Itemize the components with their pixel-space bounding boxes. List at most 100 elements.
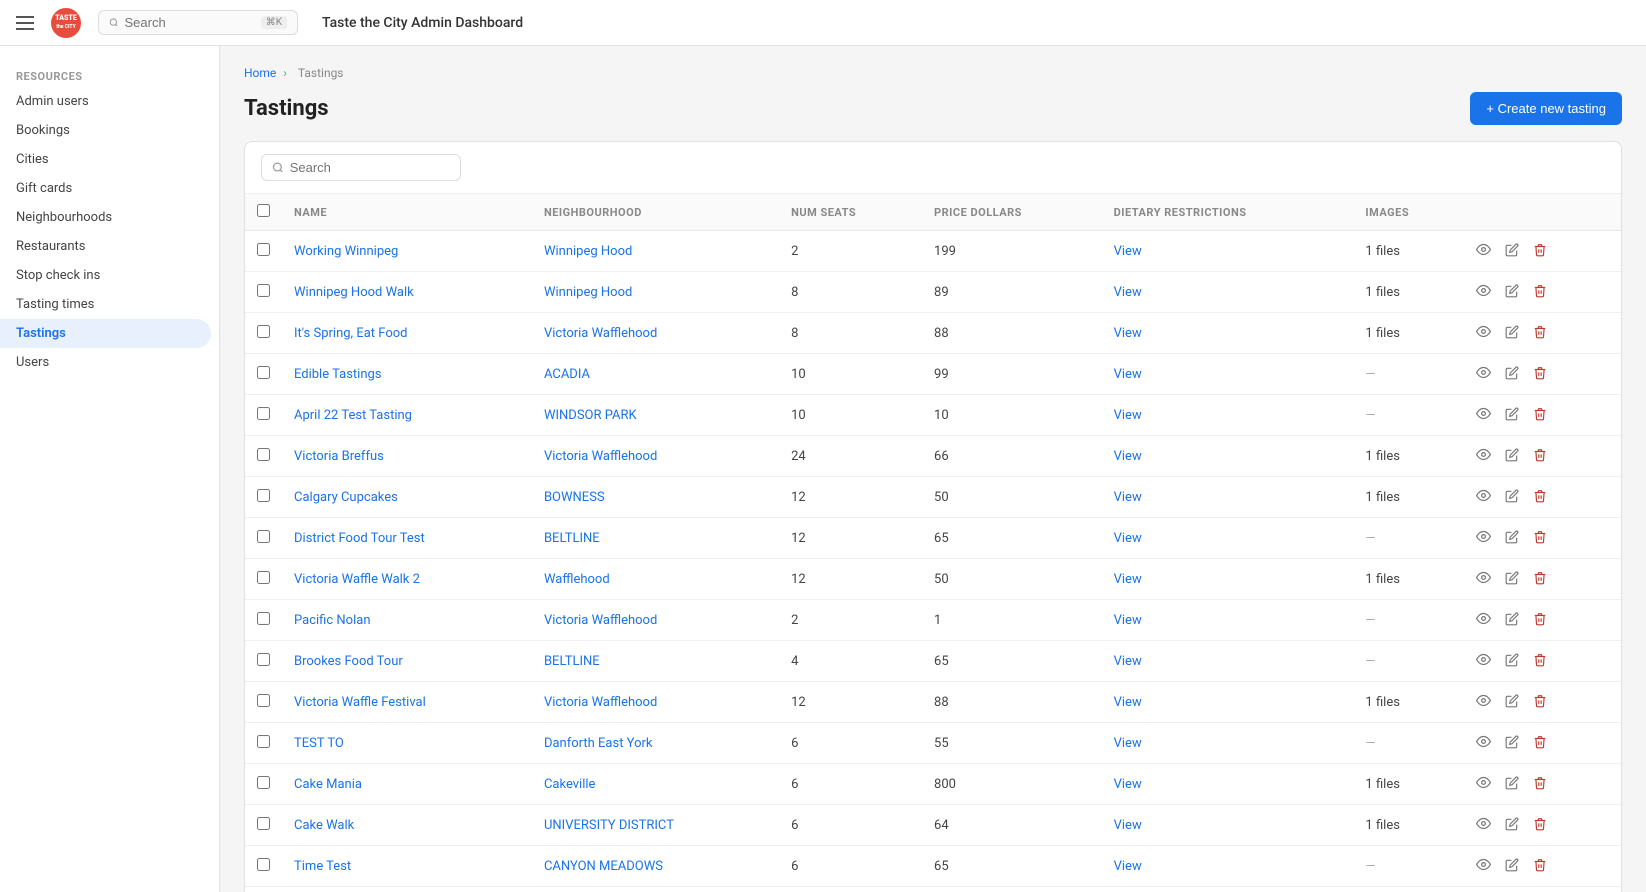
row-checkbox-10[interactable]	[257, 653, 270, 666]
row-view-button[interactable]	[1474, 322, 1493, 344]
row-edit-button[interactable]	[1503, 282, 1521, 303]
row-checkbox-8[interactable]	[257, 571, 270, 584]
row-neighbourhood-link[interactable]: Wafflehood	[544, 572, 610, 587]
row-edit-button[interactable]	[1503, 446, 1521, 467]
row-delete-button[interactable]	[1531, 692, 1549, 713]
row-neighbourhood-link[interactable]: ACADIA	[544, 367, 590, 382]
row-dietary-link[interactable]: View	[1114, 613, 1142, 628]
row-checkbox-11[interactable]	[257, 694, 270, 707]
row-view-button[interactable]	[1474, 609, 1493, 631]
table-search-input-wrapper[interactable]	[261, 154, 461, 181]
row-edit-button[interactable]	[1503, 323, 1521, 344]
sidebar-item-tastings[interactable]: Tastings	[0, 319, 211, 348]
row-edit-button[interactable]	[1503, 487, 1521, 508]
row-view-button[interactable]	[1474, 527, 1493, 549]
row-name-link[interactable]: Cake Walk	[294, 818, 354, 833]
row-name-link[interactable]: April 22 Test Tasting	[294, 408, 412, 423]
row-name-link[interactable]: Pacific Nolan	[294, 613, 371, 628]
row-delete-button[interactable]	[1531, 241, 1549, 262]
row-neighbourhood-link[interactable]: UNIVERSITY DISTRICT	[544, 818, 674, 833]
row-delete-button[interactable]	[1531, 323, 1549, 344]
row-edit-button[interactable]	[1503, 733, 1521, 754]
row-edit-button[interactable]	[1503, 815, 1521, 836]
row-neighbourhood-link[interactable]: WINDSOR PARK	[544, 408, 637, 423]
sidebar-item-restaurants[interactable]: Restaurants	[0, 232, 219, 261]
hamburger-menu[interactable]	[16, 16, 34, 30]
row-edit-button[interactable]	[1503, 528, 1521, 549]
row-dietary-link[interactable]: View	[1114, 367, 1142, 382]
row-checkbox-0[interactable]	[257, 243, 270, 256]
row-neighbourhood-link[interactable]: Victoria Wafflehood	[544, 449, 657, 464]
row-delete-button[interactable]	[1531, 405, 1549, 426]
row-neighbourhood-link[interactable]: Victoria Wafflehood	[544, 326, 657, 341]
row-checkbox-15[interactable]	[257, 858, 270, 871]
row-dietary-link[interactable]: View	[1114, 859, 1142, 874]
row-view-button[interactable]	[1474, 281, 1493, 303]
row-checkbox-4[interactable]	[257, 407, 270, 420]
create-tasting-button[interactable]: + Create new tasting	[1470, 92, 1622, 125]
row-name-link[interactable]: Calgary Cupcakes	[294, 490, 398, 505]
row-name-link[interactable]: Victoria Waffle Festival	[294, 695, 426, 710]
row-neighbourhood-link[interactable]: BELTLINE	[544, 654, 600, 669]
row-view-button[interactable]	[1474, 691, 1493, 713]
row-edit-button[interactable]	[1503, 241, 1521, 262]
row-delete-button[interactable]	[1531, 528, 1549, 549]
row-checkbox-12[interactable]	[257, 735, 270, 748]
row-dietary-link[interactable]: View	[1114, 572, 1142, 587]
row-checkbox-2[interactable]	[257, 325, 270, 338]
row-neighbourhood-link[interactable]: CANYON MEADOWS	[544, 859, 663, 874]
row-view-button[interactable]	[1474, 650, 1493, 672]
row-dietary-link[interactable]: View	[1114, 408, 1142, 423]
row-view-button[interactable]	[1474, 568, 1493, 590]
row-dietary-link[interactable]: View	[1114, 654, 1142, 669]
row-neighbourhood-link[interactable]: Cakeville	[544, 777, 595, 792]
row-checkbox-13[interactable]	[257, 776, 270, 789]
row-edit-button[interactable]	[1503, 610, 1521, 631]
row-delete-button[interactable]	[1531, 610, 1549, 631]
sidebar-item-gift-cards[interactable]: Gift cards	[0, 174, 219, 203]
sidebar-item-bookings[interactable]: Bookings	[0, 116, 219, 145]
row-neighbourhood-link[interactable]: Danforth East York	[544, 736, 653, 751]
row-checkbox-7[interactable]	[257, 530, 270, 543]
row-neighbourhood-link[interactable]: BOWNESS	[544, 490, 605, 505]
row-name-link[interactable]: Edible Tastings	[294, 367, 382, 382]
row-dietary-link[interactable]: View	[1114, 244, 1142, 259]
row-delete-button[interactable]	[1531, 815, 1549, 836]
row-view-button[interactable]	[1474, 855, 1493, 877]
row-view-button[interactable]	[1474, 363, 1493, 385]
row-name-link[interactable]: Victoria Breffus	[294, 449, 384, 464]
row-delete-button[interactable]	[1531, 651, 1549, 672]
row-edit-button[interactable]	[1503, 651, 1521, 672]
row-name-link[interactable]: Working Winnipeg	[294, 244, 398, 259]
row-name-link[interactable]: Winnipeg Hood Walk	[294, 285, 414, 300]
row-dietary-link[interactable]: View	[1114, 695, 1142, 710]
row-delete-button[interactable]	[1531, 446, 1549, 467]
global-search-bar[interactable]: ⌘K	[98, 10, 298, 35]
row-dietary-link[interactable]: View	[1114, 777, 1142, 792]
row-view-button[interactable]	[1474, 486, 1493, 508]
table-search-input[interactable]	[290, 160, 450, 175]
row-edit-button[interactable]	[1503, 692, 1521, 713]
row-name-link[interactable]: Brookes Food Tour	[294, 654, 403, 669]
row-name-link[interactable]: Cake Mania	[294, 777, 362, 792]
breadcrumb-home[interactable]: Home	[244, 66, 276, 80]
row-checkbox-6[interactable]	[257, 489, 270, 502]
global-search-input[interactable]	[125, 15, 255, 30]
row-dietary-link[interactable]: View	[1114, 449, 1142, 464]
row-edit-button[interactable]	[1503, 405, 1521, 426]
row-dietary-link[interactable]: View	[1114, 531, 1142, 546]
row-view-button[interactable]	[1474, 445, 1493, 467]
row-delete-button[interactable]	[1531, 733, 1549, 754]
row-neighbourhood-link[interactable]: Winnipeg Hood	[544, 285, 632, 300]
row-view-button[interactable]	[1474, 773, 1493, 795]
select-all-checkbox[interactable]	[257, 204, 270, 217]
row-neighbourhood-link[interactable]: Winnipeg Hood	[544, 244, 632, 259]
row-neighbourhood-link[interactable]: Victoria Wafflehood	[544, 695, 657, 710]
row-dietary-link[interactable]: View	[1114, 736, 1142, 751]
row-checkbox-3[interactable]	[257, 366, 270, 379]
row-delete-button[interactable]	[1531, 487, 1549, 508]
sidebar-item-tasting-times[interactable]: Tasting times	[0, 290, 219, 319]
row-view-button[interactable]	[1474, 814, 1493, 836]
sidebar-item-cities[interactable]: Cities	[0, 145, 219, 174]
row-name-link[interactable]: Victoria Waffle Walk 2	[294, 572, 420, 587]
